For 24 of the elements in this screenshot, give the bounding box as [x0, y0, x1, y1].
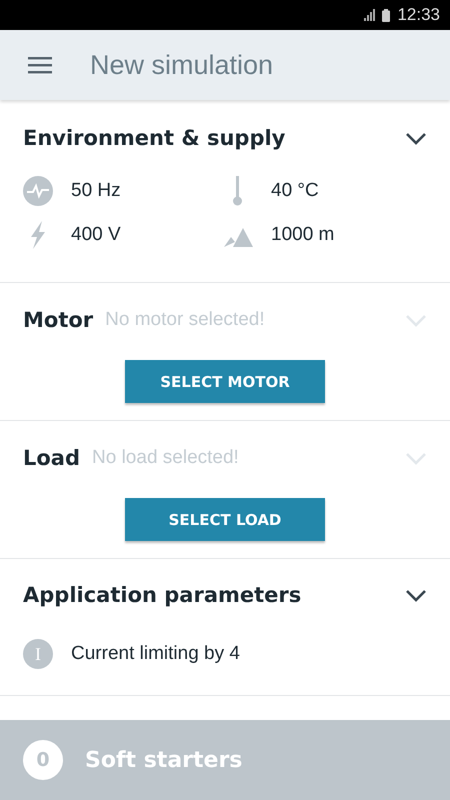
- select-button[interactable]: SELECT MOTOR: [125, 360, 325, 403]
- pulse-icon: [23, 176, 53, 206]
- parameter-value: 50 Hz: [71, 180, 121, 202]
- section-title: Load: [23, 446, 80, 470]
- parameter-value: 400 V: [71, 224, 121, 246]
- section-title: Motor: [23, 308, 94, 332]
- battery-icon: [382, 8, 390, 22]
- section-status: No motor selected!: [105, 309, 265, 331]
- parameter-value: 40 °C: [271, 180, 319, 202]
- parameter-value: 1000 m: [271, 224, 334, 246]
- clock-time: 12:33: [397, 5, 440, 25]
- section-title: Application parameters: [23, 583, 302, 607]
- section-title: Environment & supply: [23, 126, 286, 150]
- chevron-icon[interactable]: [405, 132, 427, 144]
- bottom-label: Soft starters: [85, 748, 242, 772]
- info-badge: I: [23, 639, 53, 669]
- chevron-icon[interactable]: [405, 588, 427, 602]
- thermometer-icon: [233, 176, 243, 206]
- menu-button[interactable]: [28, 56, 52, 74]
- screen-title: New simulation: [90, 50, 274, 80]
- section-status: No load selected!: [92, 447, 239, 469]
- select-button[interactable]: SELECT LOAD: [125, 498, 325, 541]
- parameter-text: Current limiting by 4: [71, 643, 240, 665]
- count-badge: 0: [23, 740, 63, 780]
